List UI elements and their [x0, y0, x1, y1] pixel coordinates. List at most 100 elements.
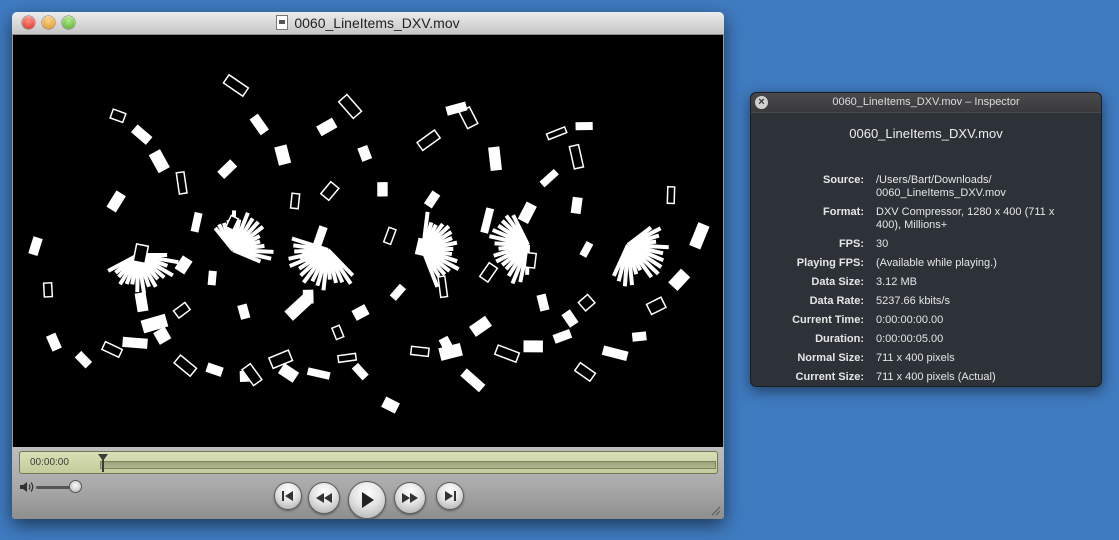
video-shape [488, 146, 502, 171]
info-row-format: Format: DXV Compressor, 1280 x 400 (711 x… [823, 206, 1055, 231]
video-shape [109, 108, 127, 124]
video-shape [337, 93, 363, 120]
resize-grip-icon[interactable] [710, 505, 721, 516]
video-shape [205, 362, 224, 377]
video-shape [274, 144, 292, 166]
video-shape [668, 268, 691, 292]
video-shape [570, 196, 583, 215]
video-shape [577, 293, 596, 312]
volume-knob[interactable] [69, 480, 82, 493]
playhead[interactable] [98, 454, 108, 472]
video-shape [539, 168, 559, 188]
video-shape [217, 159, 238, 180]
info-row-current-size: Current Size: 711 x 400 pixels (Actual) [795, 371, 996, 383]
rewind-button[interactable] [308, 482, 340, 514]
video-shape [302, 289, 314, 304]
video-shape [74, 350, 93, 369]
video-shape [306, 367, 331, 380]
video-shape [122, 336, 148, 349]
video-shape [336, 352, 358, 364]
video-shape [601, 345, 629, 362]
video-shape [267, 349, 294, 370]
video-content [28, 73, 710, 414]
video-shape [132, 243, 150, 265]
video-shape [289, 192, 301, 210]
video-shape [207, 270, 217, 286]
video-shape [552, 329, 573, 344]
video-shape [175, 170, 188, 195]
video-shape [134, 291, 149, 313]
player-window: 0060_LineItems_DXV.mov 00:00:00 [12, 12, 724, 519]
video-shape [148, 149, 170, 174]
window-title: 0060_LineItems_DXV.mov [294, 15, 460, 31]
video-shape [493, 344, 521, 364]
video-shape [523, 340, 543, 353]
rewind-icon [316, 493, 332, 503]
video-shape [382, 226, 397, 246]
video-shape [381, 396, 400, 414]
video-shape [277, 363, 300, 383]
video-shape [631, 331, 647, 342]
video-shape [409, 345, 430, 358]
video-shape [319, 180, 340, 202]
video-shape [130, 124, 153, 145]
video-shape [249, 113, 269, 136]
video-shape [172, 354, 198, 378]
scrub-bar[interactable] [100, 461, 716, 469]
video-frame[interactable] [13, 35, 723, 447]
volume-icon[interactable] [19, 480, 35, 494]
skip-to-start-icon [282, 491, 293, 501]
video-shape [561, 309, 579, 328]
video-shape [575, 121, 593, 131]
video-shape [579, 240, 594, 258]
video-shape [42, 281, 54, 298]
info-row-current-time: Current Time: 0:00:00:00.00 [792, 314, 944, 326]
fast-forward-button[interactable] [394, 482, 426, 514]
video-shape [312, 225, 328, 249]
video-shape [568, 143, 585, 170]
video-shape [330, 324, 345, 341]
inspector-title: 0060_LineItems_DXV.mov – Inspector [832, 96, 1020, 108]
video-shape [524, 251, 538, 269]
info-row-source: Source:/Users/Bart/Downloads/ 0060_LineI… [823, 174, 1006, 199]
go-to-end-button[interactable] [436, 482, 464, 510]
video-shape [468, 315, 492, 337]
video-shape [106, 190, 126, 213]
inspector-filename: 0060_LineItems_DXV.mov [849, 126, 1003, 141]
video-shape [28, 236, 43, 257]
video-shape [517, 201, 537, 224]
video-shape [240, 362, 263, 387]
info-row-data-size: Data Size: 3.12 MB [811, 276, 917, 288]
video-shape [645, 296, 668, 316]
play-icon [362, 492, 374, 508]
video-shape [666, 185, 676, 205]
video-shape [45, 332, 62, 352]
info-row-data-rate: Data Rate: 5237.66 kbits/s [809, 295, 950, 307]
video-shape [153, 326, 172, 345]
inspector-panel: × 0060_LineItems_DXV.mov – Inspector 006… [750, 92, 1102, 387]
video-shape [100, 340, 124, 359]
video-shape [689, 222, 710, 250]
video-shape [190, 211, 203, 233]
video-shape [172, 301, 192, 320]
video-shape [351, 304, 370, 321]
video-shape [377, 182, 388, 197]
video-shape [478, 261, 499, 284]
info-row-duration: Duration: 0:00:00:05.00 [815, 333, 944, 345]
player-titlebar[interactable]: 0060_LineItems_DXV.mov [12, 12, 724, 35]
playback-controls: 00:00:00 [12, 447, 724, 519]
video-shape [174, 255, 193, 275]
go-to-start-button[interactable] [274, 482, 302, 510]
inspector-titlebar[interactable]: × 0060_LineItems_DXV.mov – Inspector [751, 93, 1101, 113]
fast-forward-icon [402, 493, 418, 503]
info-row-playing-fps: Playing FPS: (Available while playing.) [796, 257, 997, 269]
video-shape [414, 237, 432, 258]
info-row-normal-size: Normal Size: 711 x 400 pixels [797, 352, 955, 364]
video-shape [222, 73, 250, 98]
video-shape [351, 362, 369, 381]
skip-to-end-icon [445, 491, 456, 501]
play-button[interactable] [348, 481, 386, 519]
video-shape [423, 190, 441, 209]
video-shape [460, 368, 486, 393]
video-shape [536, 293, 550, 312]
